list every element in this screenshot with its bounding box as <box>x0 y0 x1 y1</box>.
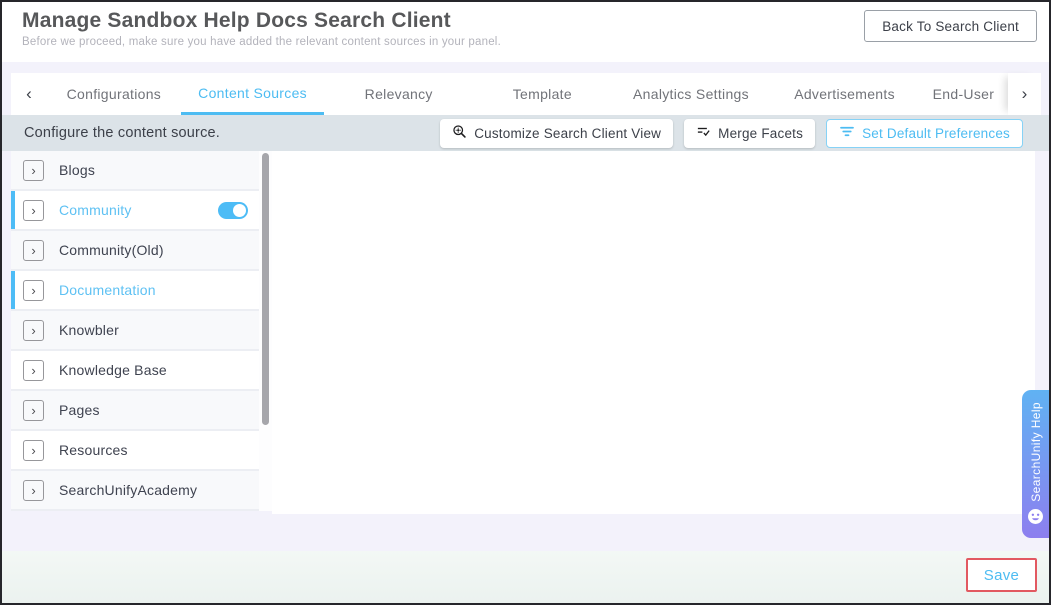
tabs-scroll-left-icon[interactable]: ‹ <box>11 73 47 115</box>
page-title: Manage Sandbox Help Docs Search Client <box>22 9 501 33</box>
source-row-community-old[interactable]: › Community(Old) <box>11 231 259 271</box>
content-source-toolbar: Configure the content source. Customize … <box>2 115 1049 151</box>
filter-icon <box>839 124 855 142</box>
customize-search-client-view-button[interactable]: Customize Search Client View <box>440 119 673 148</box>
searchunify-help-tab[interactable]: SearchUnify Help <box>1022 390 1049 538</box>
active-indicator-bar <box>11 271 15 309</box>
manage-search-client-page: Manage Sandbox Help Docs Search Client B… <box>0 0 1051 605</box>
chevron-right-icon[interactable]: › <box>23 400 44 421</box>
source-label: Community(Old) <box>59 242 164 258</box>
help-tab-label: SearchUnify Help <box>1029 402 1043 502</box>
content-source-list: › Blogs › Community › Community(Old) › D… <box>11 151 259 511</box>
save-button[interactable]: Save <box>966 558 1037 592</box>
tab-content-sources[interactable]: Content Sources <box>181 73 325 115</box>
source-label: Knowledge Base <box>59 362 167 378</box>
tab-template[interactable]: Template <box>473 73 612 115</box>
tab-relevancy[interactable]: Relevancy <box>324 73 473 115</box>
customize-button-label: Customize Search Client View <box>474 126 661 141</box>
chevron-right-icon[interactable]: › <box>23 240 44 261</box>
magnifier-gear-icon <box>452 124 467 142</box>
source-settings-panel <box>272 151 1035 514</box>
tab-advertisements[interactable]: Advertisements <box>770 73 919 115</box>
scrollbar-thumb[interactable] <box>262 153 269 425</box>
source-row-knowbler[interactable]: › Knowbler <box>11 311 259 351</box>
chevron-right-icon[interactable]: › <box>23 200 44 221</box>
chevron-right-icon[interactable]: › <box>23 440 44 461</box>
toolbar-heading: Configure the content source. <box>2 125 220 141</box>
title-block: Manage Sandbox Help Docs Search Client B… <box>2 2 501 48</box>
source-label: Documentation <box>59 282 156 298</box>
smiley-icon <box>1027 508 1044 530</box>
merge-facets-button[interactable]: Merge Facets <box>684 119 815 148</box>
footer-bar: Save <box>2 551 1049 603</box>
chevron-right-icon[interactable]: › <box>23 280 44 301</box>
source-label: Pages <box>59 402 100 418</box>
tabs-scroll-right-icon[interactable]: › <box>1008 73 1041 115</box>
source-label: Resources <box>59 442 128 458</box>
source-row-community[interactable]: › Community <box>11 191 259 231</box>
set-default-preferences-button[interactable]: Set Default Preferences <box>826 119 1023 148</box>
tab-end-user[interactable]: End-User <box>919 73 1008 115</box>
source-label: Blogs <box>59 162 95 178</box>
page-subtitle: Before we proceed, make sure you have ad… <box>22 36 501 48</box>
tab-analytics-settings[interactable]: Analytics Settings <box>612 73 771 115</box>
source-row-knowledge-base[interactable]: › Knowledge Base <box>11 351 259 391</box>
preferences-button-label: Set Default Preferences <box>862 126 1010 141</box>
source-row-blogs[interactable]: › Blogs <box>11 151 259 191</box>
chevron-right-icon[interactable]: › <box>23 480 44 501</box>
source-label: Knowbler <box>59 322 119 338</box>
source-row-pages[interactable]: › Pages <box>11 391 259 431</box>
toggle-knob <box>233 204 246 217</box>
chevron-right-icon[interactable]: › <box>23 160 44 181</box>
chevron-right-icon[interactable]: › <box>23 360 44 381</box>
source-label: Community <box>59 202 132 218</box>
toolbar-actions: Customize Search Client View Merge Facet… <box>440 119 1023 148</box>
settings-tabbar: ‹ Configurations Content Sources Relevan… <box>11 73 1041 115</box>
source-row-documentation[interactable]: › Documentation <box>11 271 259 311</box>
tabs-strip: Configurations Content Sources Relevancy… <box>47 73 1008 115</box>
tab-configurations[interactable]: Configurations <box>47 73 181 115</box>
merge-button-label: Merge Facets <box>718 126 803 141</box>
list-check-icon <box>696 124 711 142</box>
chevron-right-icon[interactable]: › <box>23 320 44 341</box>
source-list-scrollbar[interactable] <box>259 151 272 511</box>
source-row-resources[interactable]: › Resources <box>11 431 259 471</box>
active-indicator-bar <box>11 191 15 229</box>
back-to-search-client-button[interactable]: Back To Search Client <box>864 10 1037 42</box>
page-header: Manage Sandbox Help Docs Search Client B… <box>2 2 1049 62</box>
source-label: SearchUnifyAcademy <box>59 482 197 498</box>
community-toggle-on[interactable] <box>218 202 248 219</box>
source-row-searchunifyacademy[interactable]: › SearchUnifyAcademy <box>11 471 259 511</box>
